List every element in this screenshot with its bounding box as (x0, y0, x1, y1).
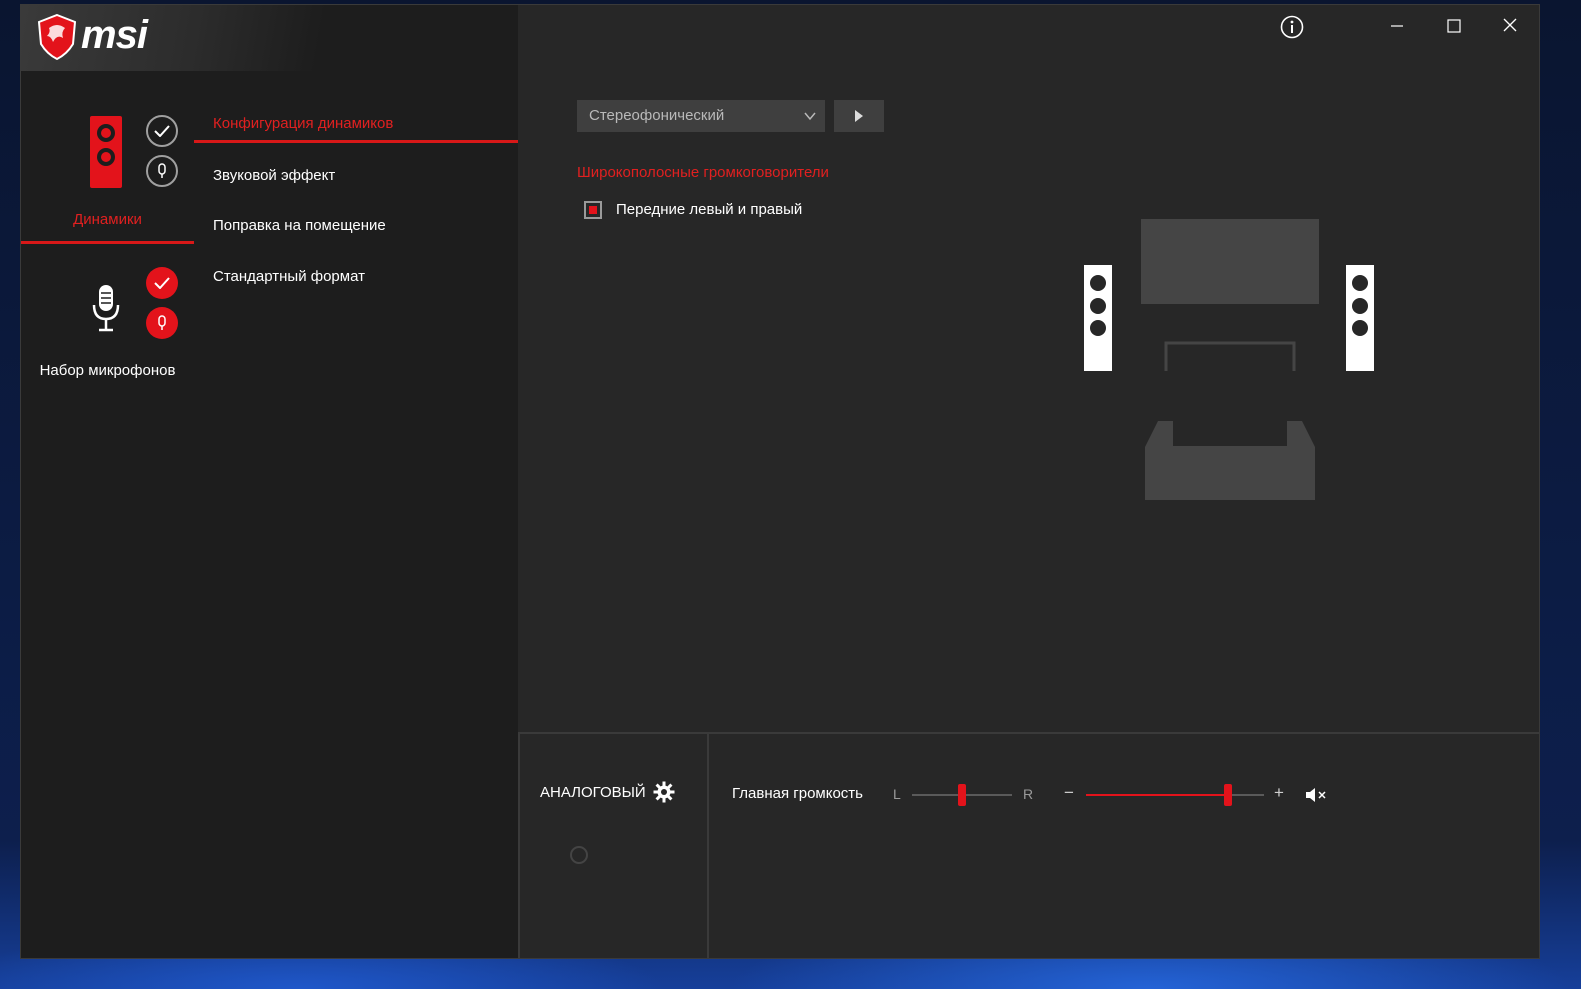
speaker-mode-value: Стереофонический (589, 107, 725, 124)
msi-dragon-shield-icon (37, 14, 77, 60)
play-test-button[interactable] (834, 100, 884, 132)
screen-icon (1141, 219, 1319, 304)
chevron-down-icon (804, 112, 816, 121)
msi-logo-text: msi (81, 13, 148, 57)
volume-slider-fill (1086, 794, 1229, 796)
analog-jack-icon[interactable] (570, 846, 588, 864)
menu-active-underline (194, 140, 518, 143)
analog-label: АНАЛОГОВЫЙ (540, 784, 646, 801)
balance-right-label: R (1023, 786, 1034, 802)
minimize-icon[interactable] (1389, 18, 1405, 34)
front-left-right-checkbox[interactable] (584, 201, 602, 219)
balance-slider-thumb[interactable] (958, 784, 966, 806)
speaker-status-check-icon (146, 115, 178, 147)
table-icon (1164, 341, 1296, 371)
volume-up-button[interactable]: + (1274, 783, 1284, 803)
microphone-device-icon (92, 285, 120, 332)
logo-band: msi (21, 5, 518, 71)
menu-item-default-format[interactable]: Стандартный формат (213, 268, 365, 285)
speaker-layout-diagram (1084, 219, 1374, 500)
volume-slider-thumb[interactable] (1224, 784, 1233, 806)
main-volume-label: Главная громкость (732, 785, 863, 802)
menu-item-room-correction[interactable]: Поправка на помещение (213, 217, 386, 234)
fullrange-speakers-title: Широкополосные громкоговорители (577, 164, 829, 181)
info-icon[interactable] (1280, 15, 1304, 39)
mute-speaker-icon[interactable] (1305, 786, 1327, 804)
speaker-status-mic-icon (146, 155, 178, 187)
close-icon[interactable] (1502, 17, 1518, 33)
device-microphones[interactable]: Набор микрофонов (21, 255, 194, 395)
settings-menu: Конфигурация динамиков Звуковой эффект П… (194, 71, 518, 958)
play-icon (855, 110, 863, 122)
volume-down-button[interactable]: − (1064, 783, 1074, 803)
front-left-right-label: Передние левый и правый (616, 201, 803, 218)
gear-icon[interactable] (653, 781, 675, 803)
checkbox-checked-mark (589, 206, 597, 214)
device-speakers[interactable]: Динамики (21, 97, 194, 245)
balance-left-label: L (893, 786, 901, 802)
sofa-icon (1145, 421, 1315, 500)
maximize-icon[interactable] (1446, 18, 1462, 34)
mic-status-mic-icon (146, 307, 178, 339)
speakers-label: Динамики (73, 211, 142, 228)
connector-volume-panel: АНАЛОГОВЫЙ Главная громкость L R − + (518, 732, 1539, 958)
menu-item-speaker-config[interactable]: Конфигурация динамиков (213, 115, 393, 132)
mic-status-check-icon (146, 267, 178, 299)
device-active-underline (21, 241, 194, 244)
app-window: Конфигурация динамиков Звуковой эффект П… (21, 5, 1539, 958)
menu-item-sound-effect[interactable]: Звуковой эффект (213, 167, 335, 184)
analog-connector-panel: АНАЛОГОВЫЙ (518, 734, 709, 958)
speaker-device-icon (90, 116, 122, 188)
speaker-config-panel: Стереофонический Широкополосные громкого… (518, 5, 1539, 732)
speaker-mode-select[interactable]: Стереофонический (577, 100, 825, 132)
microphones-label: Набор микрофонов (39, 362, 176, 379)
